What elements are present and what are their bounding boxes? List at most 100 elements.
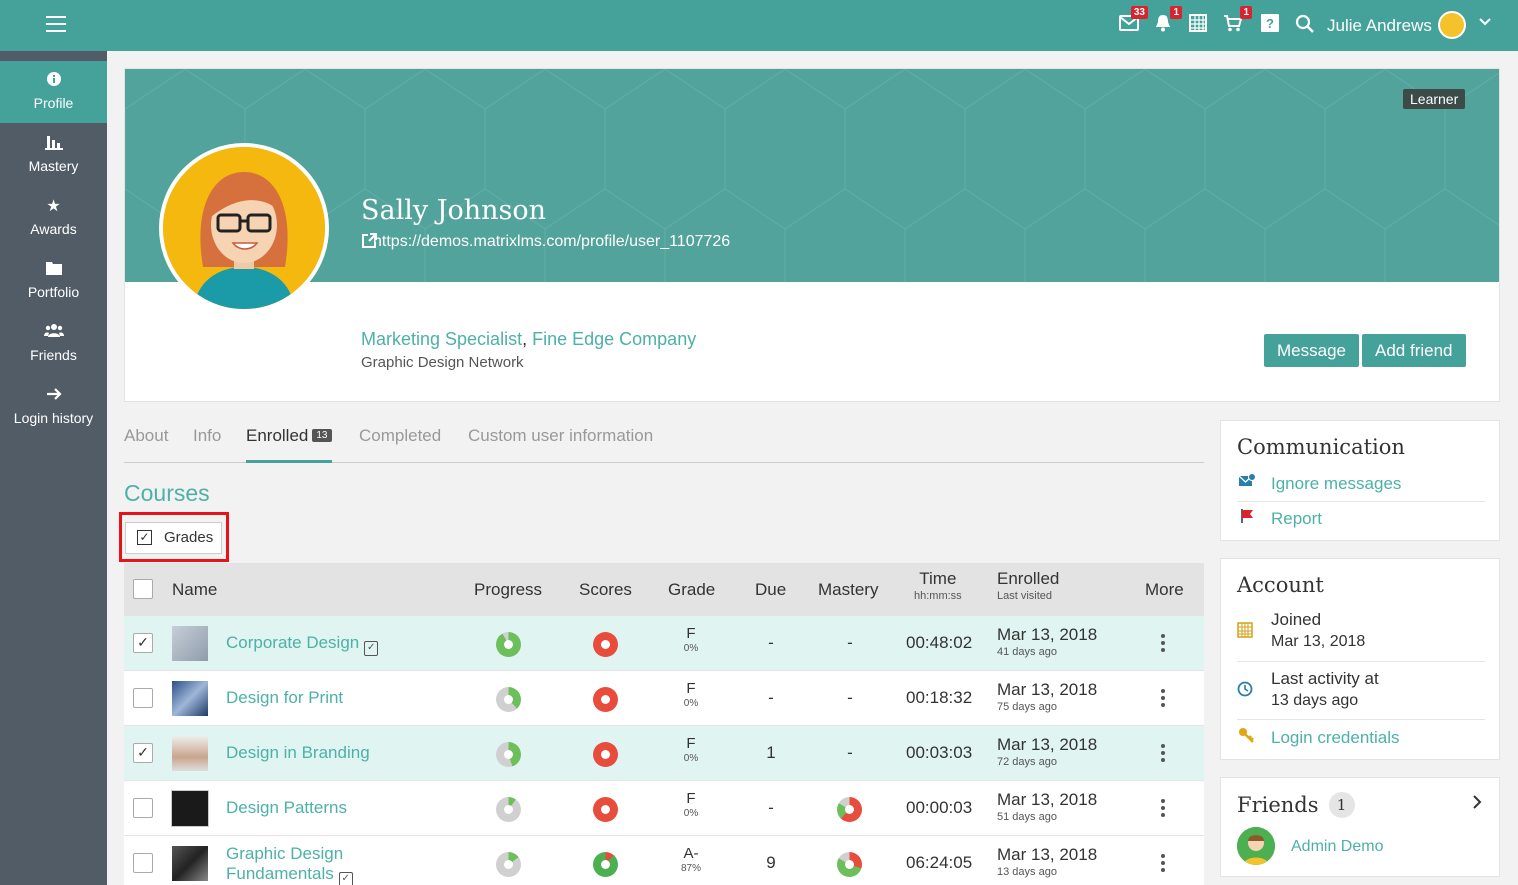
column-progress[interactable]: Progress <box>474 580 542 600</box>
job-title-link[interactable]: Marketing Specialist <box>361 329 522 349</box>
column-due[interactable]: Due <box>755 580 786 600</box>
tab-about[interactable]: About <box>124 426 168 446</box>
clock-icon <box>1237 681 1253 702</box>
joined-date: Mar 13, 2018 <box>1271 633 1366 650</box>
info-icon <box>0 71 107 91</box>
grades-label: Grades <box>164 529 214 546</box>
row-checkbox[interactable] <box>133 688 153 708</box>
column-name[interactable]: Name <box>172 580 217 600</box>
more-options-icon[interactable] <box>1161 744 1167 765</box>
tab-enrolled[interactable]: Enrolled 13 <box>246 426 332 463</box>
profile-network: Graphic Design Network <box>361 354 524 371</box>
due-cell: 9 <box>766 853 776 872</box>
job-separator: , <box>522 329 528 349</box>
mastery-pie <box>837 852 862 877</box>
notifications-icon[interactable]: 1 <box>1152 6 1182 36</box>
score-pie <box>593 742 618 767</box>
ignore-messages-link[interactable]: Ignore messages <box>1237 473 1485 494</box>
chevron-right-icon[interactable] <box>1471 794 1483 815</box>
report-link[interactable]: Report <box>1237 508 1485 529</box>
tab-custom-user-information[interactable]: Custom user information <box>468 426 653 446</box>
due-cell: 1 <box>766 743 776 762</box>
row-checkbox[interactable] <box>133 798 153 818</box>
column-time[interactable]: Time hh:mm:ss <box>914 569 962 602</box>
sidebar-item-label: Login history <box>13 410 94 426</box>
course-name-link[interactable]: Graphic Design Fundamentals ✓ <box>226 844 353 885</box>
column-time-sub: hh:mm:ss <box>914 590 962 602</box>
search-icon[interactable] <box>1294 14 1316 36</box>
column-enrolled[interactable]: Enrolled Last visited <box>997 569 1059 602</box>
mastery-cell: - <box>847 688 853 707</box>
profile-job: Marketing Specialist, Fine Edge Company <box>361 329 696 350</box>
more-options-icon[interactable] <box>1161 854 1167 875</box>
time-cell: 00:18:32 <box>906 688 973 707</box>
row-checkbox[interactable] <box>133 853 153 873</box>
row-checkbox[interactable]: ✓ <box>133 743 153 763</box>
joined-label: Joined <box>1271 610 1322 629</box>
column-scores[interactable]: Scores <box>579 580 632 600</box>
sidebar-item-friends[interactable]: Friends <box>0 313 107 375</box>
login-credentials-link[interactable]: Login credentials <box>1237 727 1485 748</box>
messages-icon[interactable]: 33 <box>1118 6 1148 36</box>
profile-url-text[interactable]: https://demos.matrixlms.com/profile/user… <box>373 233 730 250</box>
sidebar-item-label: Awards <box>30 221 77 237</box>
table-row[interactable]: Design for Print F 0% - - 00:18:32 Mar 13… <box>124 671 1204 726</box>
course-name: Corporate Design <box>226 633 360 652</box>
hamburger-menu-icon[interactable] <box>46 16 66 34</box>
more-options-icon[interactable] <box>1161 689 1167 710</box>
course-thumbnail <box>172 846 208 881</box>
row-checkbox[interactable]: ✓ <box>133 633 153 653</box>
calendar-icon[interactable] <box>1187 14 1209 36</box>
user-avatar[interactable] <box>1438 11 1466 39</box>
profile-url[interactable]: https://demos.matrixlms.com/profile/user… <box>361 233 730 251</box>
checkbox-checked-icon[interactable]: ✓ <box>137 530 152 545</box>
course-name-link[interactable]: Design Patterns <box>226 798 347 818</box>
progress-pie <box>496 687 521 712</box>
grades-toggle[interactable]: ✓ Grades <box>125 522 222 554</box>
user-name[interactable]: Julie Andrews <box>1327 16 1432 36</box>
more-options-icon[interactable] <box>1161 634 1167 655</box>
courses-heading: Courses <box>124 480 210 506</box>
grade-percent: 0% <box>683 808 699 819</box>
chevron-down-icon[interactable] <box>1478 14 1492 33</box>
course-name-link[interactable]: Corporate Design ✓ <box>226 633 379 656</box>
table-row[interactable]: Graphic Design Fundamentals ✓ A- 87% 9 06:2… <box>124 836 1204 885</box>
course-name-link[interactable]: Design for Print <box>226 688 343 708</box>
more-options-icon[interactable] <box>1161 799 1167 820</box>
last-visited: 72 days ago <box>997 756 1057 768</box>
sidebar-item-profile[interactable]: Profile <box>0 61 107 123</box>
column-grade[interactable]: Grade <box>668 580 715 600</box>
mastery-cell: - <box>847 743 853 762</box>
tab-completed[interactable]: Completed <box>359 426 441 446</box>
friends-count-badge: 1 <box>1328 792 1355 818</box>
grade-letter: F <box>686 680 696 697</box>
last-activity-label: Last activity at <box>1271 669 1379 688</box>
column-mastery[interactable]: Mastery <box>818 580 878 600</box>
table-row[interactable]: Design Patterns F 0% - 00:00:03 Mar 13, 2… <box>124 781 1204 836</box>
clipboard-check-icon: ✓ <box>338 872 353 885</box>
cart-icon[interactable]: 1 <box>1222 6 1252 36</box>
select-all-checkbox[interactable] <box>133 579 153 599</box>
enrolled-cell: Mar 13, 2018 13 days ago <box>997 845 1097 878</box>
sidebar-item-portfolio[interactable]: Portfolio <box>0 250 107 312</box>
friends-title: Friends 1 <box>1237 792 1355 818</box>
login-credentials-label: Login credentials <box>1271 728 1400 747</box>
company-link[interactable]: Fine Edge Company <box>532 329 696 349</box>
sidebar-item-login-history[interactable]: Login history <box>0 376 107 438</box>
table-row[interactable]: ✓ Corporate Design ✓ F 0% - - 00:48:02 Mar… <box>124 616 1204 671</box>
star-icon: ★ <box>46 198 61 215</box>
message-button[interactable]: Message <box>1264 334 1359 367</box>
tab-info[interactable]: Info <box>193 426 221 446</box>
grade-percent: 87% <box>680 863 701 874</box>
envelope-block-icon <box>1237 473 1257 494</box>
course-thumbnail <box>172 736 208 771</box>
friend-name-link[interactable]: Admin Demo <box>1291 838 1383 856</box>
course-name-link[interactable]: Design in Branding <box>226 743 370 763</box>
friend-avatar[interactable] <box>1237 827 1275 865</box>
divider <box>1237 501 1485 502</box>
add-friend-button[interactable]: Add friend <box>1362 334 1466 367</box>
sidebar-item-awards[interactable]: ★ Awards <box>0 187 107 249</box>
table-row[interactable]: ✓ Design in Branding F 0% 1 - 00:03:03 Ma… <box>124 726 1204 781</box>
sidebar-item-mastery[interactable]: Mastery <box>0 124 107 186</box>
help-icon[interactable]: ? <box>1259 14 1281 36</box>
